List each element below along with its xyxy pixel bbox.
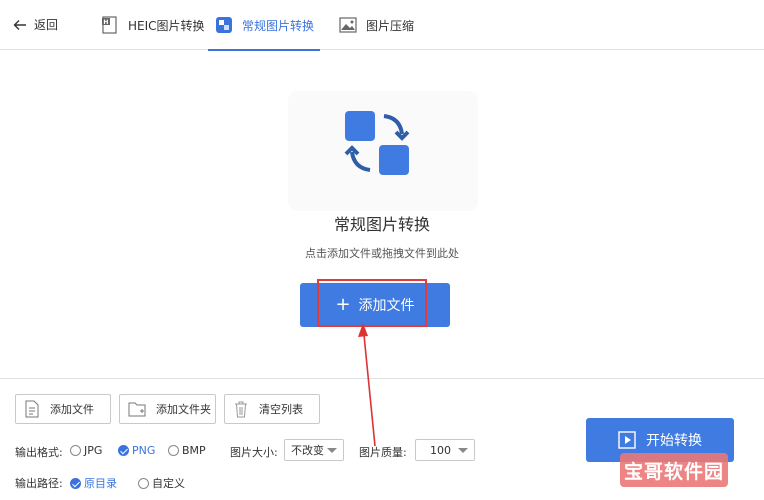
file-drop-zone[interactable]: 常规图片转换 点击添加文件或拖拽文件到此处 + 添加文件 <box>0 51 764 447</box>
radio-label: PNG <box>132 444 156 457</box>
site-watermark: 宝哥软件园 <box>620 453 728 487</box>
radio-label: JPG <box>84 444 103 457</box>
folder-add-icon <box>128 402 146 417</box>
clear-list-label: 清空列表 <box>259 403 303 416</box>
add-file-label: 添加文件 <box>50 403 94 416</box>
radio-checked-icon <box>118 445 129 456</box>
play-icon <box>618 431 636 449</box>
top-bar: 返回 H HEIC图片转换 常规图片转换 图片压缩 <box>0 0 764 51</box>
drop-zone-title: 常规图片转换 <box>333 215 430 234</box>
path-radio-original[interactable]: 原目录 <box>70 475 117 491</box>
caret-down-icon <box>327 447 337 453</box>
add-file-label: 添加文件 <box>358 298 415 314</box>
select-value: 100 <box>430 443 451 457</box>
radio-checked-icon <box>70 477 81 489</box>
start-convert-label: 开始转换 <box>646 433 702 449</box>
tab-label: HEIC图片转换 <box>128 18 205 33</box>
output-format-label: 输出格式: <box>15 446 63 459</box>
convert-icon <box>214 15 234 35</box>
image-size-label: 图片大小: <box>230 446 278 459</box>
radio-label: 自定义 <box>152 477 185 490</box>
annotation-arrow <box>358 323 376 447</box>
radio-label: 原目录 <box>84 477 117 490</box>
image-size-select[interactable]: 不改变 <box>284 439 344 461</box>
format-radio-bmp[interactable]: BMP <box>168 444 206 457</box>
image-quality-label: 图片质量: <box>359 446 407 459</box>
caret-down-icon <box>458 447 468 453</box>
add-file-button[interactable]: 添加文件 <box>15 394 111 424</box>
convert-large-icon <box>344 111 410 175</box>
select-value: 不改变 <box>291 444 324 457</box>
image-compress-icon <box>338 15 358 35</box>
tab-normal-convert[interactable]: 常规图片转换 <box>208 0 320 51</box>
plus-icon: + <box>335 294 351 315</box>
add-folder-label: 添加文件夹 <box>156 403 211 416</box>
arrow-left-icon <box>13 19 26 30</box>
back-label: 返回 <box>34 18 59 32</box>
image-quality-select[interactable]: 100 <box>415 439 475 461</box>
format-radio-png[interactable]: PNG <box>118 444 155 457</box>
radio-icon <box>70 445 81 456</box>
output-path-label: 输出路径: <box>15 477 63 490</box>
format-radio-jpg[interactable]: JPG <box>70 444 102 457</box>
tab-label: 图片压缩 <box>366 18 415 33</box>
clear-list-button[interactable]: 清空列表 <box>224 394 320 424</box>
svg-text:H: H <box>103 19 108 26</box>
add-file-button-main[interactable]: + 添加文件 <box>300 283 450 327</box>
tab-label: 常规图片转换 <box>242 18 315 33</box>
back-button[interactable]: 返回 <box>12 16 58 33</box>
add-folder-button[interactable]: 添加文件夹 <box>119 394 216 424</box>
watermark-text: 宝哥软件园 <box>623 460 724 483</box>
radio-icon <box>168 445 179 456</box>
tab-heic-convert[interactable]: H HEIC图片转换 <box>100 0 205 50</box>
file-add-icon <box>25 400 39 418</box>
path-radio-custom[interactable]: 自定义 <box>138 475 185 491</box>
tab-image-compress[interactable]: 图片压缩 <box>338 0 414 50</box>
radio-icon <box>138 477 149 489</box>
radio-label: BMP <box>182 444 206 457</box>
heic-file-icon: H <box>100 15 120 35</box>
drop-zone-hint: 点击添加文件或拖拽文件到此处 <box>305 247 459 260</box>
trash-icon <box>235 401 247 418</box>
